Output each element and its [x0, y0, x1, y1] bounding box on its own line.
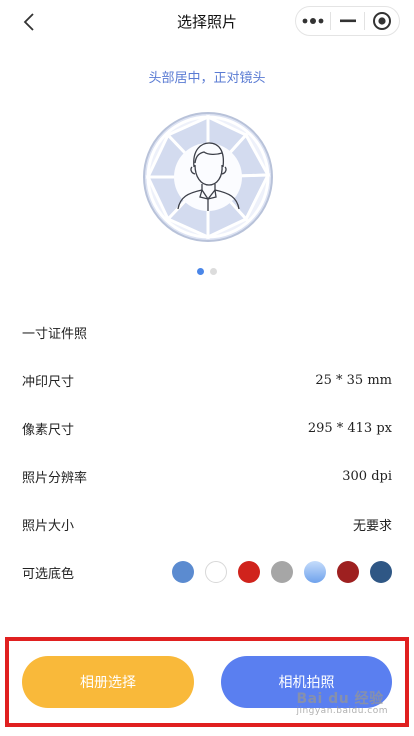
carousel-indicator: [0, 268, 414, 275]
pixel-size-value: 295 * 413 px: [307, 420, 392, 436]
spec-name: 一寸证件照: [22, 326, 88, 342]
background-color-options: [172, 561, 392, 583]
mini-program-capsule: [295, 6, 400, 36]
minimize-button[interactable]: [331, 7, 365, 35]
file-size-row: 照片大小 无要求: [22, 514, 392, 534]
background-color-swatch[interactable]: [238, 561, 260, 583]
watermark-url: jingyan.baidu.com: [296, 706, 388, 716]
resolution-label: 照片分辨率: [22, 470, 88, 486]
print-size-row: 冲印尺寸 25 * 35 mm: [22, 370, 392, 390]
navigation-bar: 选择照片: [0, 0, 414, 44]
pixel-size-label: 像素尺寸: [22, 422, 75, 438]
example-photo-carousel[interactable]: [142, 111, 274, 243]
watermark: Bai du 经验 jingyan.baidu.com: [296, 688, 388, 716]
print-size-label: 冲印尺寸: [22, 374, 75, 390]
spec-name-row: 一寸证件照: [22, 322, 392, 342]
minus-icon: [339, 19, 356, 23]
background-color-swatch[interactable]: [304, 561, 326, 583]
carousel-dot[interactable]: [210, 268, 217, 275]
background-color-swatch[interactable]: [205, 561, 227, 583]
pixel-size-row: 像素尺寸 295 * 413 px: [22, 418, 392, 438]
background-color-label: 可选底色: [22, 566, 75, 582]
position-hint: 头部居中，正对镜头: [148, 71, 266, 86]
carousel-dot-active[interactable]: [197, 268, 204, 275]
file-size-value: 无要求: [352, 518, 392, 534]
resolution-row: 照片分辨率 300 dpi: [22, 466, 392, 486]
background-color-swatch[interactable]: [370, 561, 392, 583]
choose-from-album-button[interactable]: 相册选择: [22, 656, 194, 708]
print-size-value: 25 * 35 mm: [315, 372, 392, 388]
resolution-value: 300 dpi: [342, 468, 392, 484]
more-button[interactable]: [296, 7, 330, 35]
background-color-swatch[interactable]: [172, 561, 194, 583]
target-close-icon: [373, 12, 392, 30]
close-program-button[interactable]: [365, 7, 399, 35]
background-color-swatch[interactable]: [337, 561, 359, 583]
portrait-example-icon: [143, 112, 273, 242]
file-size-label: 照片大小: [22, 518, 75, 534]
more-dots-icon: [302, 18, 324, 24]
watermark-brand: Bai du 经验: [296, 691, 384, 707]
background-color-row: 可选底色: [22, 561, 392, 583]
background-color-swatch[interactable]: [271, 561, 293, 583]
